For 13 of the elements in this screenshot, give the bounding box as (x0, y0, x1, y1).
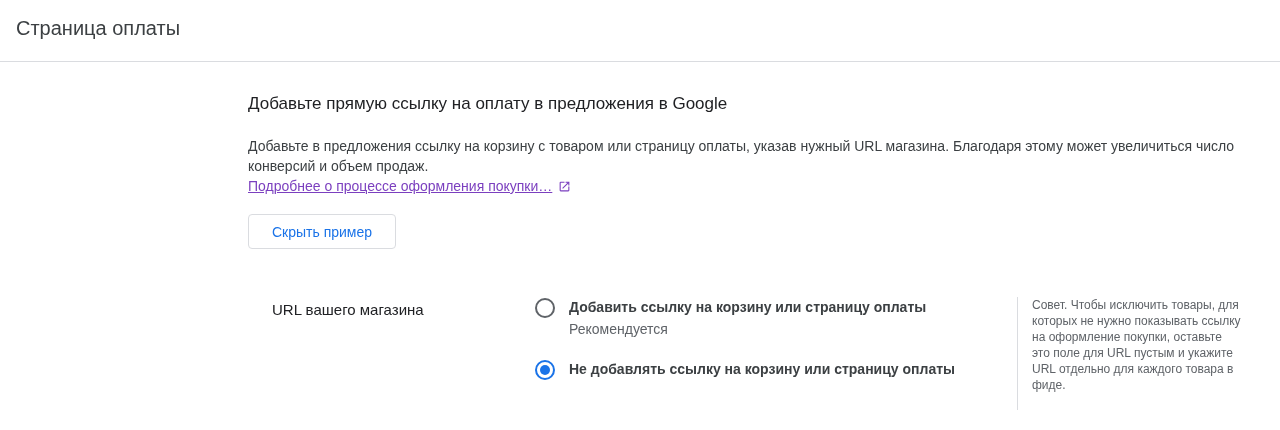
learn-more-link[interactable]: Подробнее о процессе оформления покупки… (248, 176, 553, 196)
radio-button[interactable] (535, 298, 555, 318)
external-link-icon (558, 179, 572, 193)
hide-example-button[interactable]: Скрыть пример (248, 214, 397, 249)
tip-text: Совет. Чтобы исключить товары, для которых не нужно показывать ссылку на оформление покупки, оставьте это поле для URL пустым и укажите URL отдельно для каждого товара в фиде. (1017, 297, 1242, 410)
radio-button[interactable] (535, 360, 555, 380)
option-label[interactable]: Не добавлять ссылку на корзину или страницу оплаты (569, 359, 955, 379)
option-label[interactable]: Добавить ссылку на корзину или страницу оплаты (569, 297, 927, 317)
option-hint: Рекомендуется (569, 320, 669, 339)
field-label: URL вашего магазина (272, 300, 425, 320)
description-text: Добавьте в предложения ссылку на корзину с товаром или страницу оплаты, указав нужный URL магазина. Благодаря этому может увеличиться число конверсий и объем продаж. (248, 137, 1236, 176)
section-heading: Добавьте прямую ссылку на оплату в предложения в Google (248, 94, 729, 114)
page-title: Страница оплаты (15, 16, 182, 40)
